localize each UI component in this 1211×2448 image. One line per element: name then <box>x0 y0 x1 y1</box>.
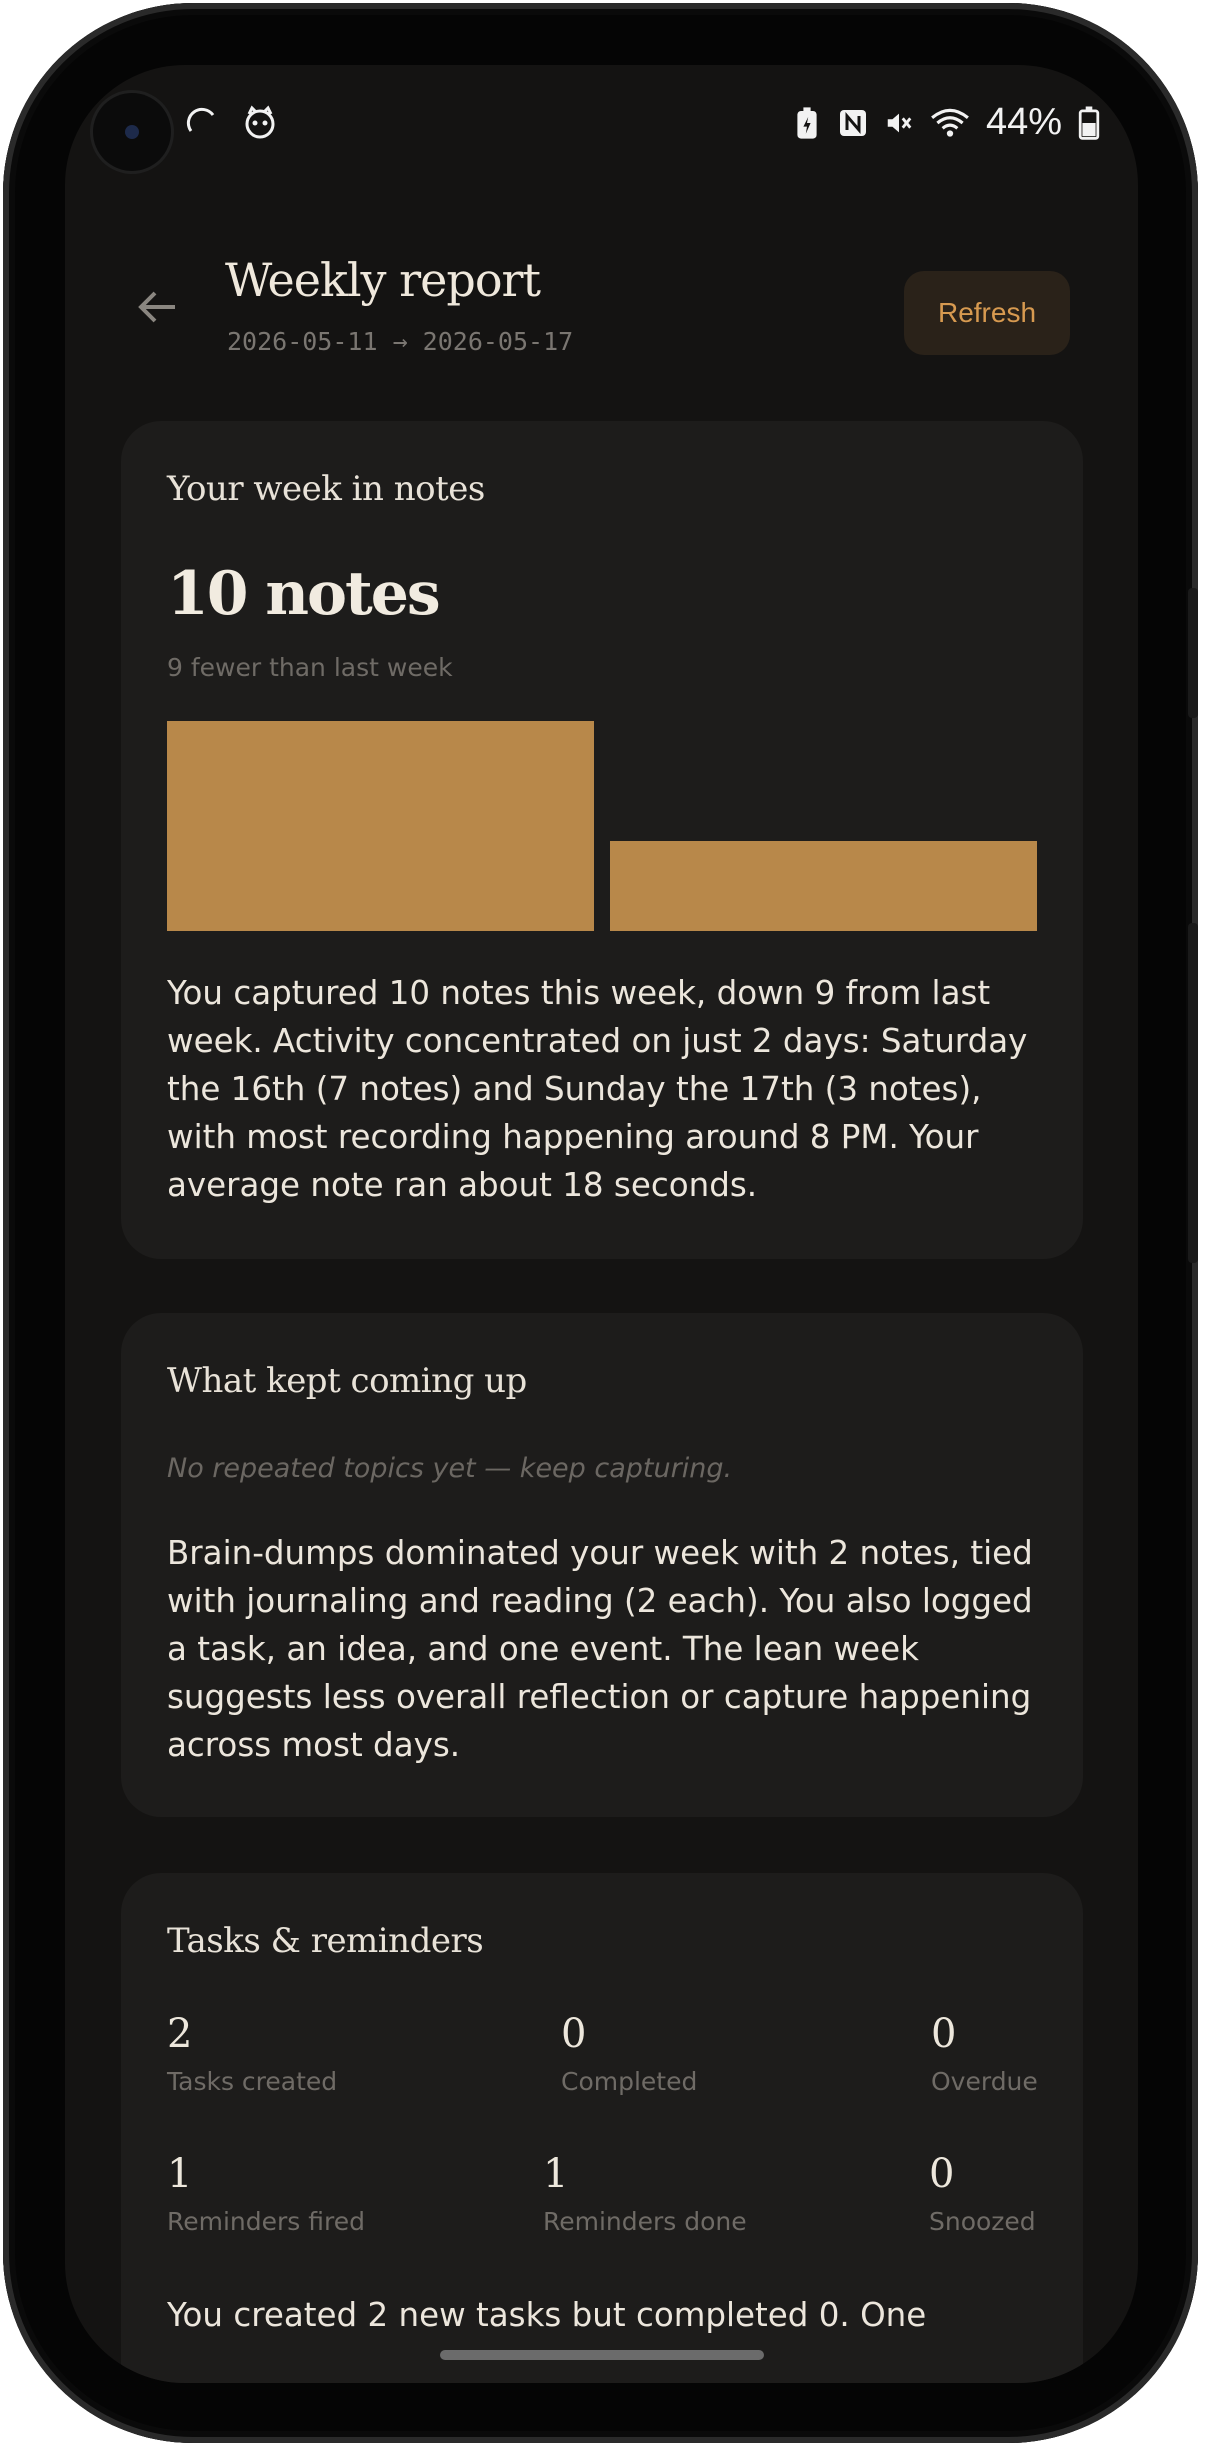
tasks-card-title: Tasks & reminders <box>167 1921 484 1961</box>
stat-value: 1 <box>543 2151 568 2197</box>
notes-bar-chart <box>167 721 1037 931</box>
battery-percent: 44% <box>985 101 1062 143</box>
stat-value: 1 <box>167 2151 192 2197</box>
volume-button <box>1188 588 1198 718</box>
stat-label: Overdue <box>931 2067 1038 2096</box>
stat-label: Reminders done <box>543 2207 747 2236</box>
wifi-icon <box>931 108 969 137</box>
stat-label: Tasks created <box>167 2067 338 2096</box>
stat-tasks-created: 2 Tasks created <box>167 2011 337 2096</box>
battery-saver-icon <box>797 106 817 139</box>
stat-value: 0 <box>931 2011 956 2057</box>
notes-summary: You captured 10 notes this week, down 9 … <box>167 974 1028 1204</box>
notes-card-title: Your week in notes <box>167 469 485 509</box>
status-left-icons <box>185 103 277 139</box>
topics-summary: Brain-dumps dominated your week with 2 n… <box>167 1534 1033 1764</box>
stat-overdue: 0 Overdue <box>931 2011 1038 2096</box>
notes-card: Your week in notes 10 notes 9 fewer than… <box>121 421 1083 1259</box>
topics-card-title: What kept coming up <box>167 1361 527 1401</box>
topics-card: What kept coming up No repeated topics y… <box>121 1313 1083 1817</box>
stat-value: 0 <box>561 2011 586 2057</box>
stat-label: Reminders fired <box>167 2207 365 2236</box>
stat-reminders-fired: 1 Reminders fired <box>167 2151 365 2236</box>
stat-value: 0 <box>929 2151 954 2197</box>
status-bar: 44% <box>65 95 1138 155</box>
tasks-summary: You created 2 new tasks but completed 0.… <box>167 2296 927 2334</box>
topics-empty-state: No repeated topics yet — keep capturing. <box>167 1453 733 1484</box>
notes-count: 10 notes <box>167 559 441 629</box>
stat-reminders-done: 1 Reminders done <box>543 2151 747 2236</box>
refresh-button[interactable]: Refresh <box>904 271 1070 355</box>
battery-icon <box>1078 106 1100 140</box>
top-app-bar: Weekly report 2026-05-11 → 2026-05-17 Re… <box>65 235 1138 375</box>
nfc-sync-icon <box>186 107 215 132</box>
chart-bar-1 <box>610 841 1037 931</box>
nfc-icon <box>839 109 866 136</box>
tasks-card: Tasks & reminders 2 Tasks created 0 Comp… <box>121 1873 1083 2383</box>
date-range: 2026-05-11 → 2026-05-17 <box>227 327 574 356</box>
vibrate-mute-icon <box>887 113 912 132</box>
notes-comparison: 9 fewer than last week <box>167 653 453 682</box>
stat-label: Snoozed <box>929 2207 1036 2236</box>
page-title: Weekly report <box>225 253 541 307</box>
cat-face-icon <box>245 104 275 138</box>
power-button <box>1188 923 1198 1263</box>
stat-label: Completed <box>561 2067 698 2096</box>
screen: 44% Weekly report 2026-05-11 → 2026-05-1… <box>65 65 1138 2383</box>
chart-bar-0 <box>167 721 594 931</box>
back-arrow-icon[interactable] <box>135 285 179 329</box>
stat-snoozed: 0 Snoozed <box>929 2151 1036 2236</box>
status-right-icons: 44% <box>792 101 1100 144</box>
home-indicator[interactable] <box>440 2350 764 2360</box>
stat-value: 2 <box>167 2011 192 2057</box>
stat-completed: 0 Completed <box>561 2011 697 2096</box>
phone-frame: 44% Weekly report 2026-05-11 → 2026-05-1… <box>3 3 1198 2443</box>
